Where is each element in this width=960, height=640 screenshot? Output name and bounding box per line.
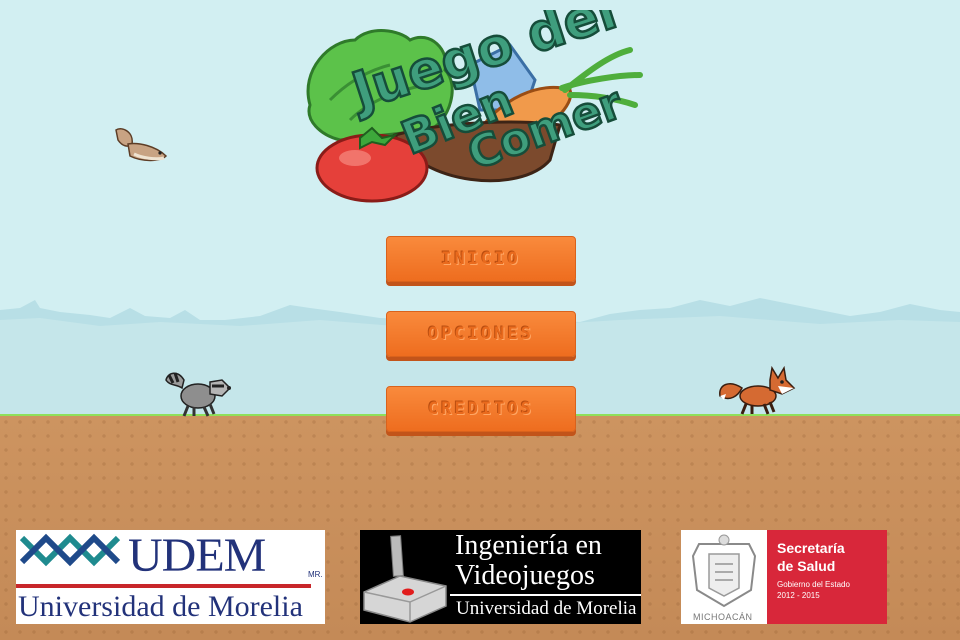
salud-line3: Gobierno del Estado [777, 580, 850, 589]
opciones-button-label: OPCIONES [428, 324, 534, 344]
ingenieria-line2: Videojuegos [455, 560, 595, 591]
ingenieria-line1: Ingeniería en [455, 530, 602, 561]
game-title-logo: Juego del Bien Comer [306, 10, 643, 203]
salud-line1: Secretaría [777, 540, 845, 556]
salud-red-panel: Secretaría de Salud Gobierno del Estado … [767, 530, 887, 624]
creditos-button[interactable]: CREDITOS [386, 386, 576, 432]
salud-line2: de Salud [777, 558, 836, 574]
inicio-button[interactable]: INICIO [386, 236, 576, 282]
udem-subtitle: Universidad de Morelia [18, 590, 303, 623]
creditos-button-label: CREDITOS [428, 399, 534, 419]
secretaria-salud-logo: MICHOACÁN Secretaría de Salud Gobierno d… [681, 530, 887, 624]
udem-logo: UDEM MR. Universidad de Morelia [16, 530, 325, 624]
salud-line4: 2012 - 2015 [777, 591, 820, 600]
opciones-button[interactable]: OPCIONES [386, 311, 576, 357]
flying-squirrel-character [115, 128, 168, 162]
udem-registered-mark: MR. [308, 570, 323, 579]
ingenieria-videojuegos-logo: Ingeniería en Videojuegos Universidad de… [360, 530, 641, 624]
inicio-button-label: INICIO [441, 249, 521, 269]
ingenieria-line3: Universidad de Morelia [456, 598, 637, 619]
udem-name: UDEM [128, 530, 266, 582]
joystick-icon [363, 535, 447, 623]
michoacan-label: MICHOACÁN [693, 612, 753, 622]
ingenieria-divider [450, 594, 641, 596]
michoacan-seal [691, 534, 757, 608]
fox-character [719, 366, 796, 415]
raccoon-character [165, 372, 232, 417]
game-stage: Juego del Bien Comer INICIO OPCIONES CRE… [0, 0, 960, 640]
